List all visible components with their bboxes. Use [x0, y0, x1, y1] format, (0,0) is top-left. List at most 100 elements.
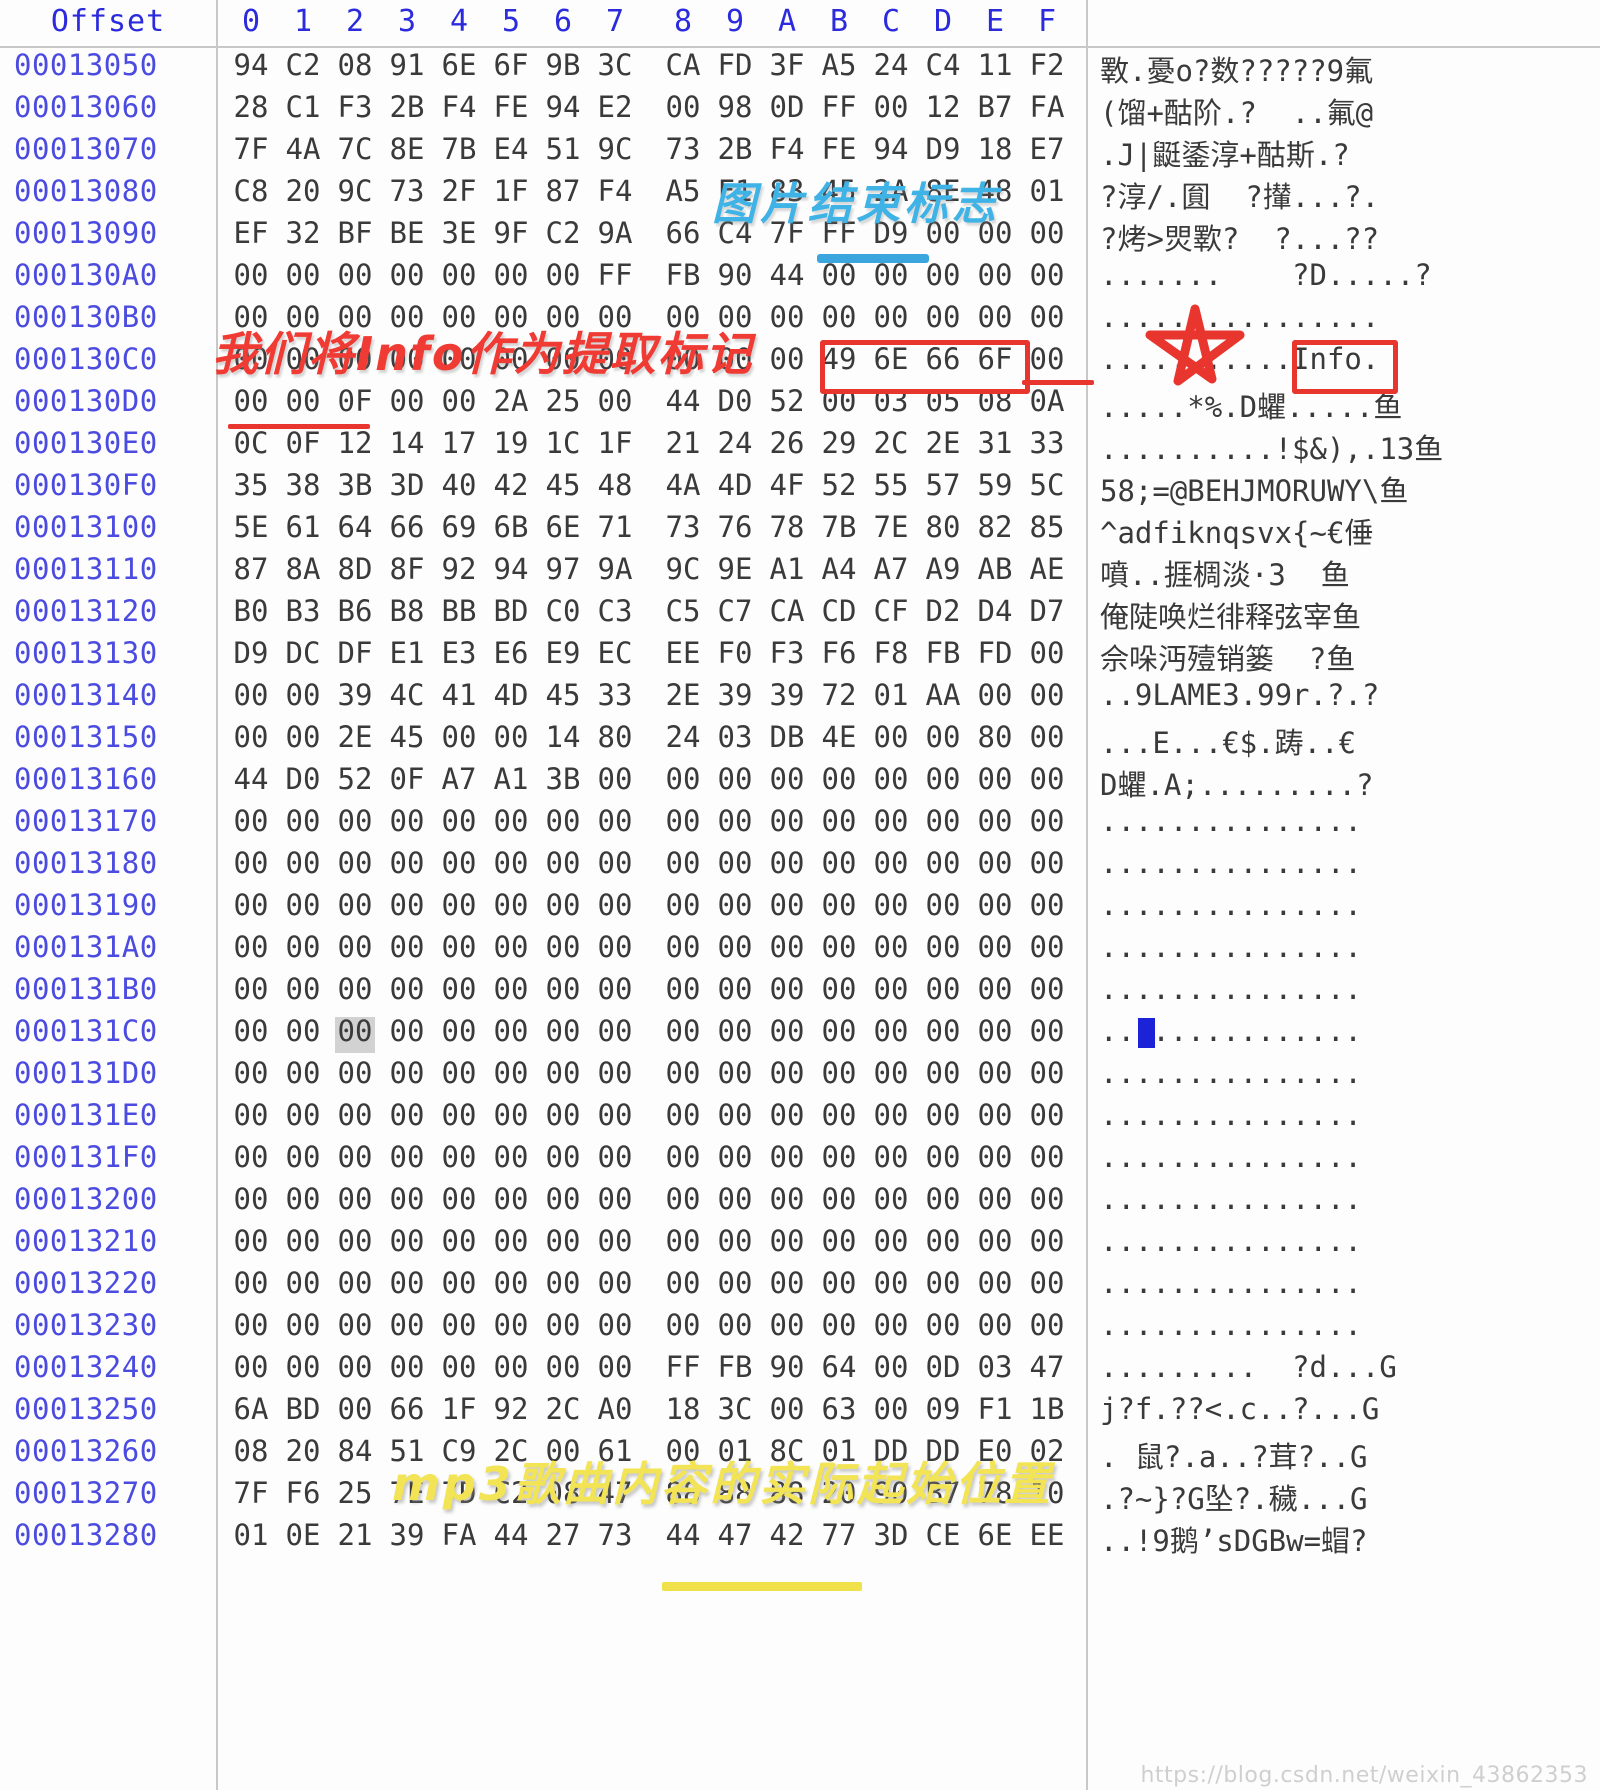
hex-byte-cell[interactable]: 76 [712, 510, 758, 544]
table-row[interactable]: 00013270 7F F6 25 7E 7D C2 08 47 88 88 88 20 90 B7 78 10… [0, 1476, 1600, 1518]
hex-byte-cell[interactable]: C8 [228, 174, 274, 208]
hex-byte-cell[interactable]: C2 [540, 216, 586, 250]
table-row[interactable]: 000131D0 00 00 00 00 00 00 00 00 00 00 00 00 00 00 00 00… [0, 1056, 1600, 1098]
hex-byte-cell[interactable]: 00 [228, 1266, 274, 1300]
hex-byte-cell[interactable]: F4 [436, 90, 482, 124]
hex-byte-cell[interactable]: 94 [228, 48, 274, 82]
hex-byte-cell[interactable]: 00 [488, 1308, 534, 1342]
hex-byte-cell[interactable]: 00 [1024, 300, 1070, 334]
hex-byte-cell[interactable]: 00 [228, 846, 274, 880]
hex-byte-cell[interactable]: 00 [332, 1308, 378, 1342]
hex-byte-cell[interactable]: 00 [920, 972, 966, 1006]
hex-byte-cell[interactable]: FF [816, 90, 862, 124]
hex-byte-cell[interactable]: C4 [712, 216, 758, 250]
hex-byte-cell[interactable]: 21 [332, 1518, 378, 1552]
hex-byte-cell[interactable]: 4D [488, 678, 534, 712]
hex-byte-cell[interactable]: 00 [660, 930, 706, 964]
hex-byte-cell[interactable]: 00 [712, 762, 758, 796]
table-row[interactable]: 00013150 00 00 2E 45 00 00 14 80 24 03 DB 4E 00 00 80 00… [0, 720, 1600, 762]
hex-byte-cell[interactable]: 00 [920, 300, 966, 334]
hex-byte-cell[interactable]: 00 [816, 1014, 862, 1048]
hex-byte-cell[interactable]: 00 [540, 258, 586, 292]
hex-byte-cell[interactable]: 00 [280, 888, 326, 922]
hex-byte-cell[interactable]: 00 [920, 1056, 966, 1090]
hex-byte-cell[interactable]: 00 [920, 804, 966, 838]
hex-byte-cell[interactable]: 00 [972, 888, 1018, 922]
hex-byte-cell[interactable]: 00 [488, 300, 534, 334]
hex-byte-cell[interactable]: 1F [436, 1392, 482, 1426]
hex-byte-cell[interactable]: 00 [764, 342, 810, 376]
hex-byte-cell[interactable]: 00 [816, 1224, 862, 1258]
hex-byte-cell[interactable]: 00 [764, 804, 810, 838]
hex-byte-cell[interactable]: 00 [1024, 258, 1070, 292]
hex-byte-cell[interactable]: 35 [228, 468, 274, 502]
hex-byte-cell[interactable]: AB [972, 552, 1018, 586]
hex-byte-cell[interactable]: 00 [1024, 636, 1070, 670]
hex-byte-cell[interactable]: DC [280, 636, 326, 670]
hex-byte-cell[interactable]: 00 [280, 972, 326, 1006]
hex-byte-cell[interactable]: 1B [1024, 1392, 1070, 1426]
hex-byte-cell[interactable]: F2 [1024, 48, 1070, 82]
table-row[interactable]: 00013220 00 00 00 00 00 00 00 00 00 00 00 00 00 00 00 00… [0, 1266, 1600, 1308]
hex-byte-cell[interactable]: 45 [384, 720, 430, 754]
hex-byte-cell[interactable]: 17 [436, 426, 482, 460]
hex-byte-cell[interactable]: 00 [868, 1182, 914, 1216]
hex-byte-cell[interactable]: 01 [816, 1434, 862, 1468]
hex-byte-cell[interactable]: 00 [332, 342, 378, 376]
table-row[interactable]: 00013170 00 00 00 00 00 00 00 00 00 00 00 00 00 00 00 00… [0, 804, 1600, 846]
hex-byte-cell[interactable]: 00 [436, 1182, 482, 1216]
hex-byte-cell[interactable]: 51 [384, 1434, 430, 1468]
hex-byte-cell[interactable]: 28 [228, 90, 274, 124]
hex-byte-cell[interactable]: 00 [384, 300, 430, 334]
hex-byte-cell[interactable]: 00 [228, 1224, 274, 1258]
ascii-cell[interactable]: ............... [1100, 1308, 1600, 1342]
hex-byte-cell[interactable]: 00 [1024, 972, 1070, 1006]
hex-byte-cell[interactable]: 9A [592, 216, 638, 250]
hex-byte-cell[interactable]: 0C [228, 426, 274, 460]
hex-byte-cell[interactable]: 00 [660, 1098, 706, 1132]
hex-byte-cell[interactable]: 00 [1024, 1014, 1070, 1048]
hex-byte-cell[interactable]: 51 [540, 132, 586, 166]
hex-byte-cell[interactable]: AA [920, 678, 966, 712]
hex-byte-cell[interactable]: 00 [280, 342, 326, 376]
hex-byte-cell[interactable]: 00 [540, 1056, 586, 1090]
hex-byte-cell[interactable]: 12 [332, 426, 378, 460]
hex-byte-cell[interactable]: F6 [816, 636, 862, 670]
ascii-cell[interactable]: 噴..捱椆淡·3 鱼 [1100, 552, 1600, 594]
hex-byte-cell[interactable]: 00 [488, 1182, 534, 1216]
table-row[interactable]: 00013190 00 00 00 00 00 00 00 00 00 00 00 00 00 00 00 00… [0, 888, 1600, 930]
hex-byte-cell[interactable]: 00 [868, 972, 914, 1006]
hex-byte-cell[interactable]: 14 [540, 720, 586, 754]
hex-byte-cell[interactable]: 00 [868, 300, 914, 334]
hex-byte-cell[interactable]: 00 [384, 930, 430, 964]
hex-byte-cell[interactable]: 00 [868, 720, 914, 754]
hex-byte-cell[interactable]: 00 [384, 1350, 430, 1384]
hex-byte-cell[interactable]: 00 [280, 678, 326, 712]
hex-byte-cell[interactable]: 52 [816, 468, 862, 502]
hex-byte-cell[interactable]: 52 [332, 762, 378, 796]
hex-byte-cell[interactable]: 9B [540, 48, 586, 82]
hex-byte-cell[interactable]: 00 [660, 1308, 706, 1342]
hex-byte-cell[interactable]: 00 [972, 1098, 1018, 1132]
hex-byte-cell[interactable]: 00 [384, 384, 430, 418]
hex-byte-cell[interactable]: 00 [488, 258, 534, 292]
hex-byte-cell[interactable]: 00 [384, 888, 430, 922]
hex-byte-cell[interactable]: 00 [488, 804, 534, 838]
ascii-cell[interactable]: ..........!$&),.13鱼 [1100, 426, 1600, 468]
ascii-cell[interactable]: ............... [1100, 1182, 1600, 1216]
ascii-cell[interactable]: .?~}?G坠?.穢...G [1100, 1476, 1600, 1518]
hex-byte-cell[interactable]: 00 [712, 888, 758, 922]
ascii-cell[interactable]: ............... [1100, 930, 1600, 964]
hex-byte-cell[interactable]: D9 [920, 132, 966, 166]
hex-byte-cell[interactable]: 01 [868, 678, 914, 712]
hex-byte-cell[interactable]: A9 [920, 552, 966, 586]
hex-byte-cell[interactable]: 00 [436, 1098, 482, 1132]
hex-byte-cell[interactable]: 90 [764, 1350, 810, 1384]
hex-byte-cell[interactable]: 00 [816, 1308, 862, 1342]
hex-byte-cell[interactable]: 00 [540, 1140, 586, 1174]
hex-byte-cell[interactable]: 2F [436, 174, 482, 208]
hex-byte-cell[interactable]: 00 [384, 972, 430, 1006]
hex-byte-cell[interactable]: 00 [868, 762, 914, 796]
hex-byte-cell[interactable]: 00 [332, 888, 378, 922]
hex-byte-cell[interactable]: 1C [540, 426, 586, 460]
